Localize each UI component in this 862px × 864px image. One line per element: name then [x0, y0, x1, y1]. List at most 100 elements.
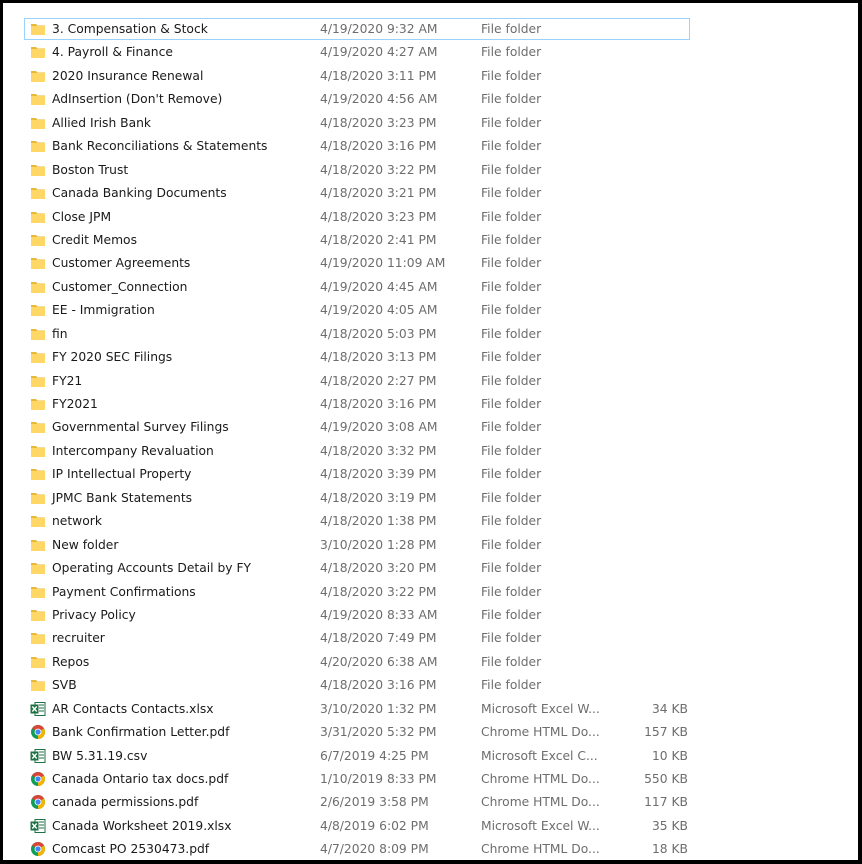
file-date-modified: 4/18/2020 2:27 PM — [320, 373, 437, 388]
file-list: 3. Compensation & Stock 4/19/2020 9:32 A… — [3, 17, 858, 860]
file-row[interactable]: 3. Compensation & Stock 4/19/2020 9:32 A… — [3, 17, 858, 40]
file-row[interactable]: recruiter 4/18/2020 7:49 PM File folder — [3, 626, 858, 649]
file-row[interactable]: IP Intellectual Property 4/18/2020 3:39 … — [3, 462, 858, 485]
file-date-modified: 4/18/2020 3:19 PM — [320, 490, 437, 505]
file-name: AR Contacts Contacts.xlsx — [52, 701, 214, 716]
file-date-modified: 4/18/2020 3:20 PM — [320, 561, 437, 576]
file-row[interactable]: New folder 3/10/2020 1:28 PM File folder — [3, 533, 858, 556]
file-name: SVB — [52, 678, 77, 693]
file-type: File folder — [481, 373, 542, 388]
file-name: FY 2020 SEC Filings — [52, 350, 173, 365]
file-name: 4. Payroll & Finance — [52, 45, 173, 60]
file-row[interactable]: Repos 4/20/2020 6:38 AM File folder — [3, 650, 858, 673]
file-type: File folder — [481, 514, 542, 529]
file-row[interactable]: EE - Immigration 4/19/2020 4:05 AM File … — [3, 298, 858, 321]
file-type: File folder — [481, 256, 542, 271]
file-row[interactable]: Boston Trust 4/18/2020 3:22 PM File fold… — [3, 158, 858, 181]
file-name: Bank Reconciliations & Statements — [52, 139, 268, 154]
file-date-modified: 4/18/2020 3:16 PM — [320, 678, 437, 693]
file-date-modified: 4/18/2020 3:21 PM — [320, 186, 437, 201]
file-name: Canada Ontario tax docs.pdf — [52, 772, 229, 786]
folder-icon — [30, 91, 46, 107]
file-type: File folder — [481, 45, 542, 60]
file-date-modified: 4/18/2020 1:38 PM — [320, 514, 437, 529]
file-date-modified: 4/18/2020 3:22 PM — [320, 162, 437, 177]
file-row[interactable]: AR Contacts Contacts.xlsx 3/10/2020 1:32… — [3, 697, 858, 720]
file-row[interactable]: FY 2020 SEC Filings 4/18/2020 3:13 PM Fi… — [3, 345, 858, 368]
file-row[interactable]: FY2021 4/18/2020 3:16 PM File folder — [3, 392, 858, 415]
file-name: AdInsertion (Don't Remove) — [52, 92, 223, 107]
file-date-modified: 4/18/2020 3:13 PM — [320, 350, 437, 365]
file-name: Privacy Policy — [52, 607, 136, 622]
file-row[interactable]: JPMC Bank Statements 4/18/2020 3:19 PM F… — [3, 486, 858, 509]
file-type: File folder — [481, 22, 542, 36]
folder-icon — [30, 560, 46, 576]
file-name: Intercompany Revaluation — [52, 443, 214, 458]
folder-icon — [30, 138, 46, 154]
file-size: 550 KB — [644, 772, 688, 786]
file-row[interactable]: Comcast PO 2530473.pdf 4/7/2020 8:09 PM … — [3, 837, 858, 860]
file-row[interactable]: Canada Ontario tax docs.pdf 1/10/2019 8:… — [3, 767, 858, 790]
file-row[interactable]: 2020 Insurance Renewal 4/18/2020 3:11 PM… — [3, 64, 858, 87]
folder-icon — [30, 396, 46, 412]
file-type: File folder — [481, 537, 542, 552]
file-type: File folder — [481, 92, 542, 107]
file-date-modified: 4/18/2020 3:39 PM — [320, 467, 437, 482]
file-name: Boston Trust — [52, 162, 129, 177]
file-name: Operating Accounts Detail by FY — [52, 561, 252, 576]
folder-icon — [30, 255, 46, 271]
file-row[interactable]: Bank Confirmation Letter.pdf 3/31/2020 5… — [3, 720, 858, 743]
chrome-icon — [30, 724, 46, 740]
file-row[interactable]: SVB 4/18/2020 3:16 PM File folder — [3, 673, 858, 696]
file-row[interactable]: Bank Reconciliations & Statements 4/18/2… — [3, 134, 858, 157]
file-row[interactable]: Close JPM 4/18/2020 3:23 PM File folder — [3, 205, 858, 228]
file-row[interactable]: Payment Confirmations 4/18/2020 3:22 PM … — [3, 580, 858, 603]
file-type: File folder — [481, 115, 542, 130]
file-row[interactable]: Operating Accounts Detail by FY 4/18/202… — [3, 556, 858, 579]
file-row[interactable]: network 4/18/2020 1:38 PM File folder — [3, 509, 858, 532]
file-name: JPMC Bank Statements — [52, 490, 193, 505]
file-date-modified: 4/18/2020 3:16 PM — [320, 397, 437, 411]
folder-icon — [30, 21, 46, 37]
file-type: File folder — [481, 326, 542, 341]
file-row[interactable]: Credit Memos 4/18/2020 2:41 PM File fold… — [3, 228, 858, 251]
folder-icon — [30, 185, 46, 201]
file-row[interactable]: FY21 4/18/2020 2:27 PM File folder — [3, 369, 858, 392]
file-row[interactable]: Customer Agreements 4/19/2020 11:09 AM F… — [3, 251, 858, 274]
file-type: Chrome HTML Do... — [481, 795, 600, 810]
file-name: Canada Worksheet 2019.xlsx — [52, 818, 232, 833]
file-type: File folder — [481, 467, 542, 482]
folder-icon — [30, 162, 46, 178]
file-date-modified: 4/19/2020 4:45 AM — [320, 279, 438, 294]
folder-icon — [30, 68, 46, 84]
file-type: File folder — [481, 232, 542, 247]
file-row[interactable]: 4. Payroll & Finance 4/19/2020 4:27 AM F… — [3, 40, 858, 63]
file-row[interactable]: Privacy Policy 4/19/2020 8:33 AM File fo… — [3, 603, 858, 626]
file-row[interactable]: Canada Banking Documents 4/18/2020 3:21 … — [3, 181, 858, 204]
folder-icon — [30, 349, 46, 365]
file-date-modified: 4/19/2020 3:08 AM — [320, 420, 438, 435]
file-name: canada permissions.pdf — [52, 795, 199, 810]
file-type: Microsoft Excel W... — [481, 818, 600, 833]
folder-icon — [30, 326, 46, 342]
file-row[interactable]: fin 4/18/2020 5:03 PM File folder — [3, 322, 858, 345]
file-name: Allied Irish Bank — [52, 115, 152, 130]
file-size: 117 KB — [644, 795, 688, 810]
file-date-modified: 4/18/2020 3:32 PM — [320, 443, 437, 458]
file-type: File folder — [481, 350, 542, 365]
folder-icon — [30, 466, 46, 482]
file-row[interactable]: BW 5.31.19.csv 6/7/2019 4:25 PM Microsof… — [3, 744, 858, 767]
file-row[interactable]: Intercompany Revaluation 4/18/2020 3:32 … — [3, 439, 858, 462]
file-type: File folder — [481, 303, 542, 318]
file-date-modified: 4/19/2020 8:33 AM — [320, 607, 438, 622]
file-row[interactable]: canada permissions.pdf 2/6/2019 3:58 PM … — [3, 790, 858, 813]
folder-icon — [30, 443, 46, 459]
file-name: EE - Immigration — [52, 303, 155, 318]
file-row[interactable]: AdInsertion (Don't Remove) 4/19/2020 4:5… — [3, 87, 858, 110]
file-row[interactable]: Governmental Survey Filings 4/19/2020 3:… — [3, 415, 858, 438]
file-row[interactable]: Allied Irish Bank 4/18/2020 3:23 PM File… — [3, 111, 858, 134]
file-name: 3. Compensation & Stock — [52, 22, 208, 36]
folder-icon — [30, 373, 46, 389]
file-row[interactable]: Customer_Connection 4/19/2020 4:45 AM Fi… — [3, 275, 858, 298]
file-row[interactable]: Canada Worksheet 2019.xlsx 4/8/2019 6:02… — [3, 814, 858, 837]
